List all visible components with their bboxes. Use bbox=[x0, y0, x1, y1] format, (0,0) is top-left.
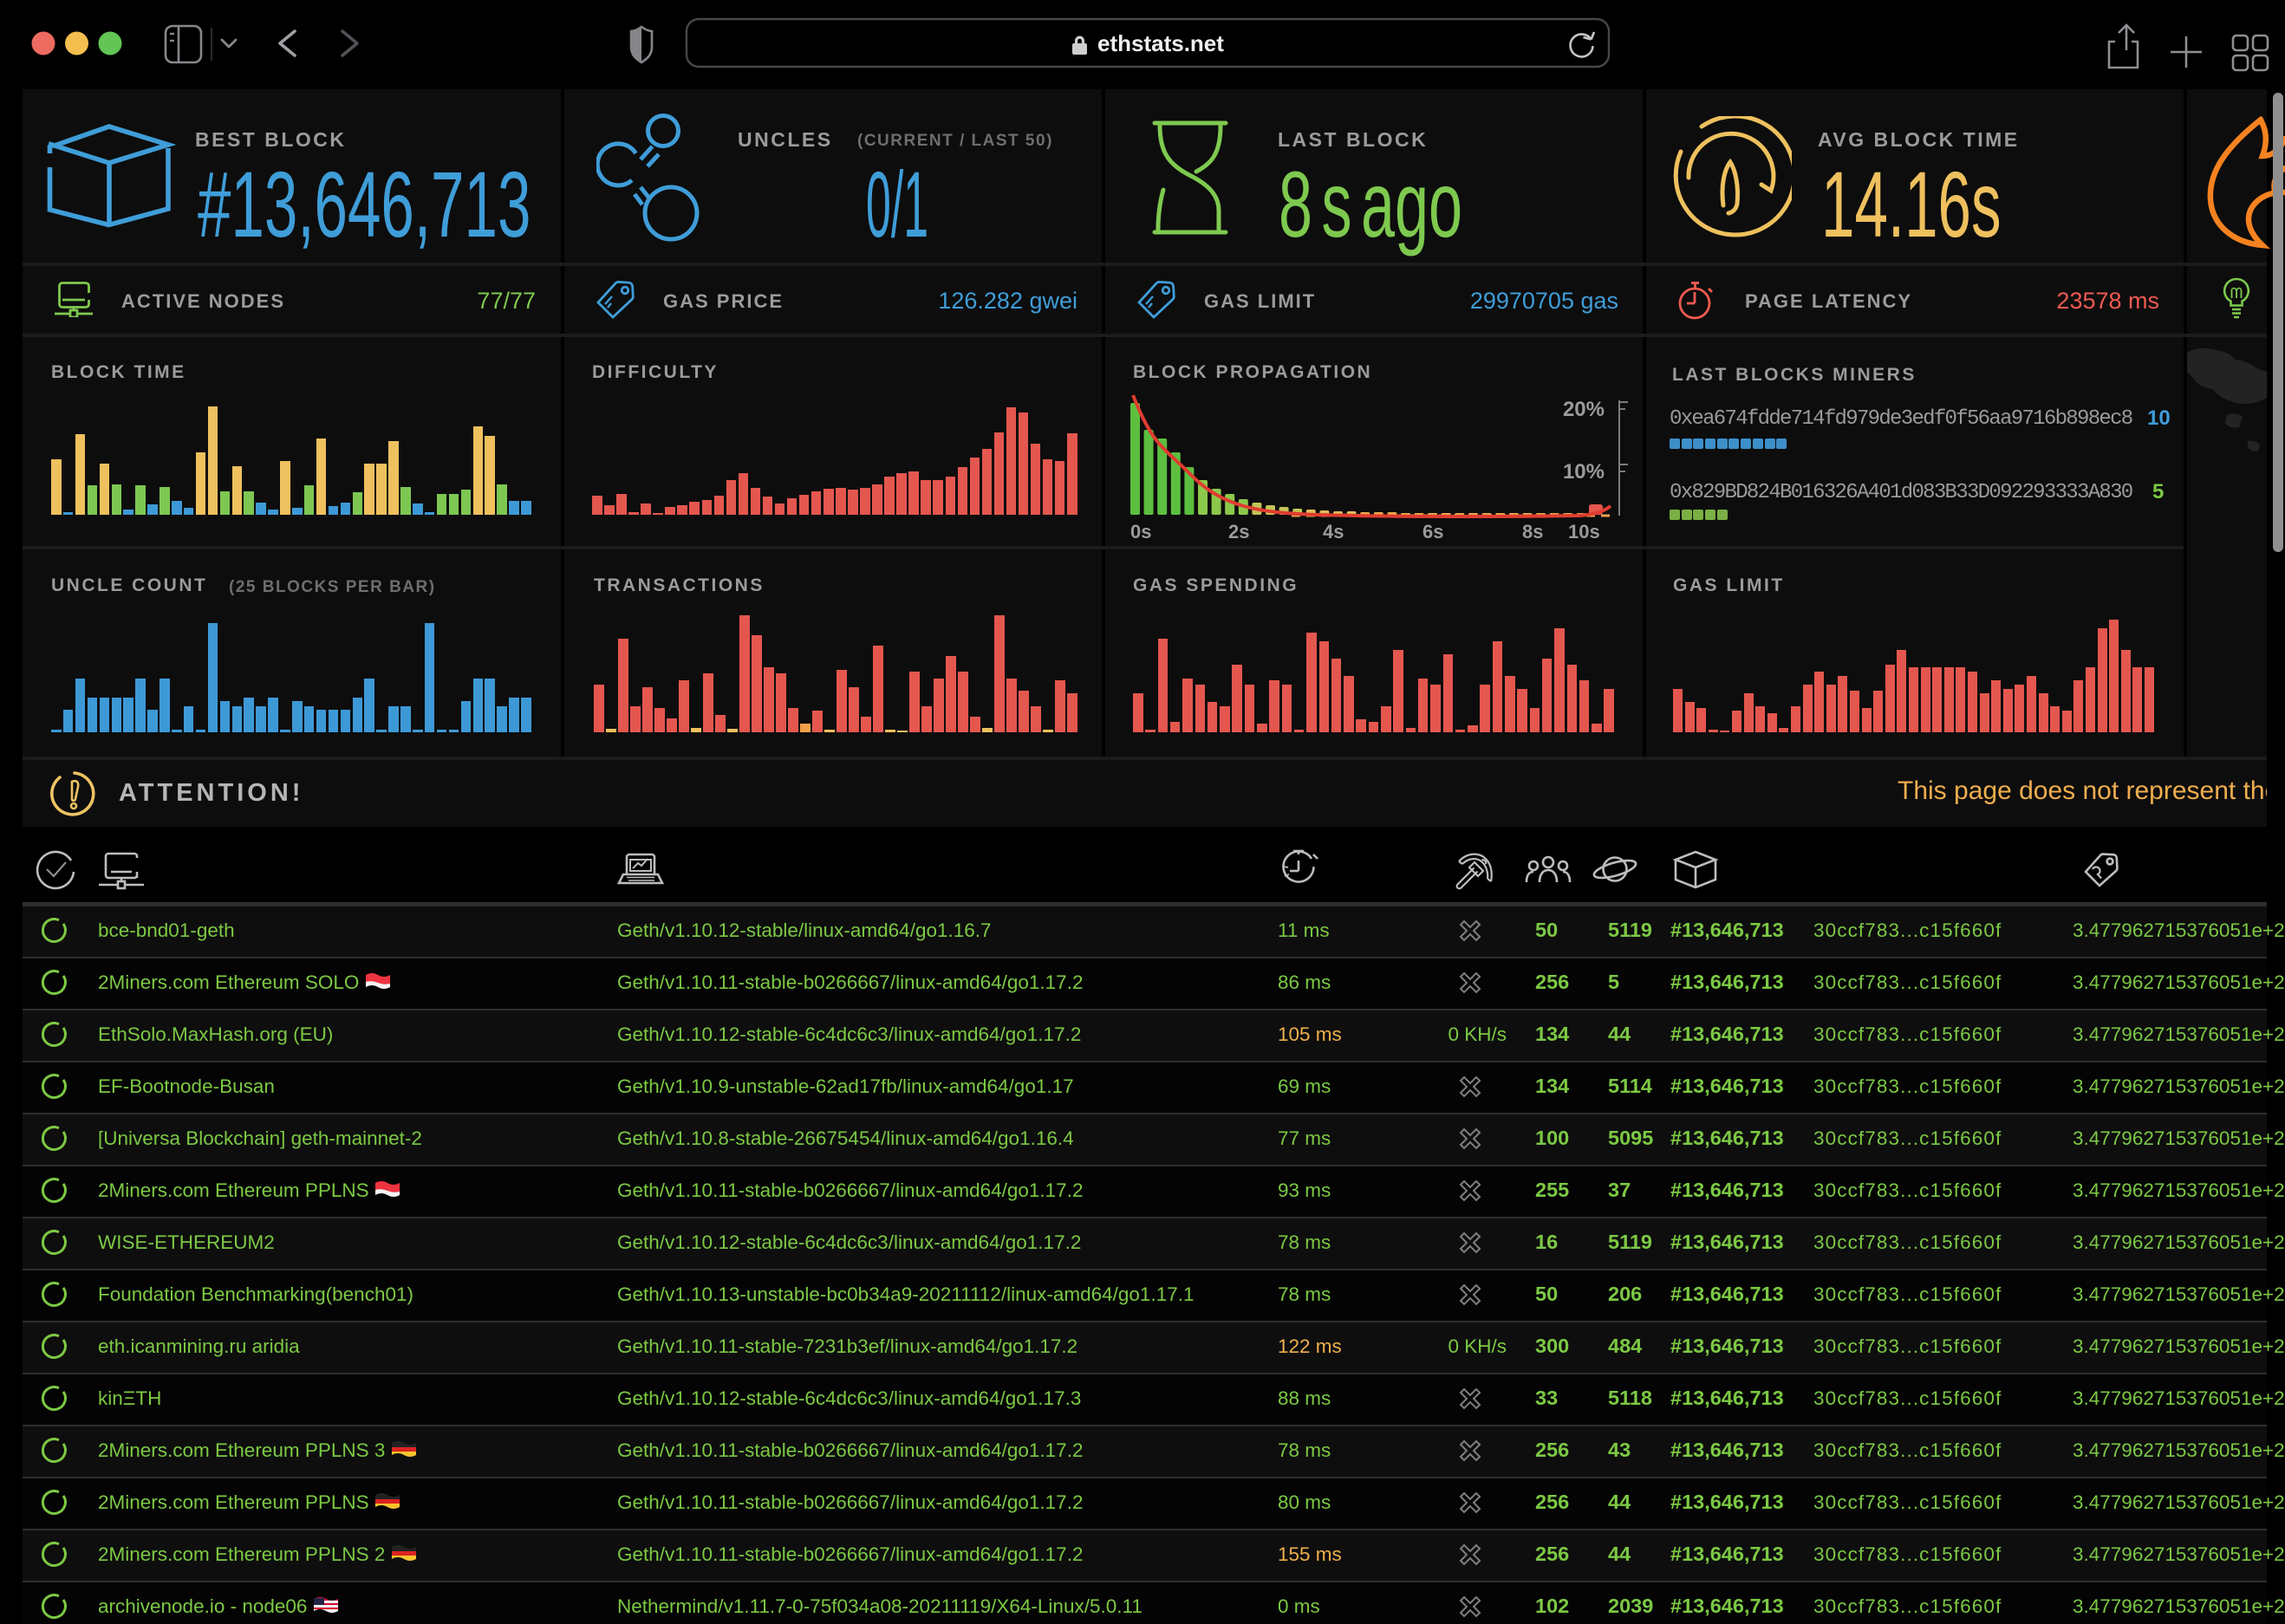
svg-text:8s: 8s bbox=[1522, 521, 1543, 542]
svg-text:20%: 20% bbox=[1563, 398, 1605, 421]
svg-text:2s: 2s bbox=[1228, 521, 1249, 542]
svg-text:10%: 10% bbox=[1563, 460, 1605, 484]
svg-text:6s: 6s bbox=[1422, 521, 1443, 542]
svg-text:10s: 10s bbox=[1568, 521, 1600, 542]
svg-text:4s: 4s bbox=[1323, 521, 1344, 542]
svg-text:0s: 0s bbox=[1130, 521, 1151, 542]
svg-text:ethstats.net: ethstats.net bbox=[1097, 30, 1224, 56]
